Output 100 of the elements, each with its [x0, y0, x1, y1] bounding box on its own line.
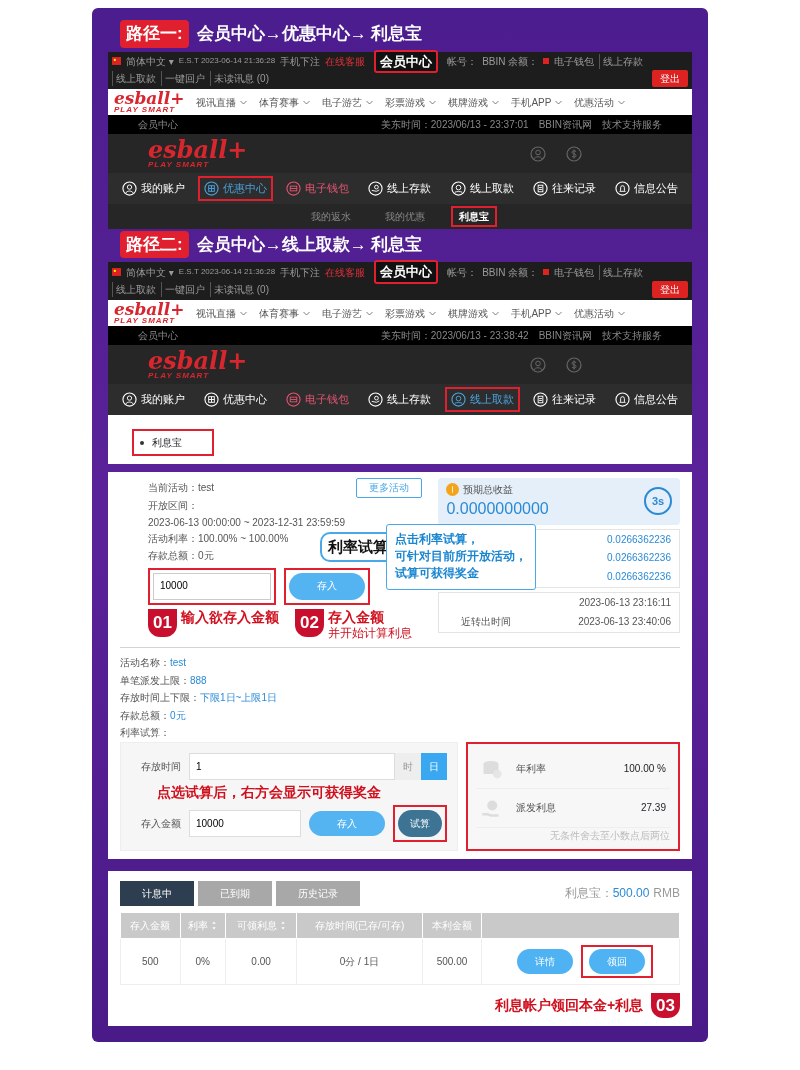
- quick-link[interactable]: 未读讯息 (0): [210, 281, 269, 297]
- chevron-down-icon: [492, 310, 500, 316]
- sort-icon[interactable]: [211, 921, 218, 931]
- balance-label: 利息宝：: [564, 886, 613, 901]
- duration-input[interactable]: 1: [189, 752, 395, 780]
- chevron-down-icon: [240, 99, 248, 105]
- member-nav-item[interactable]: 信息公告: [609, 176, 685, 201]
- breadcrumb-text: 会员中心: [138, 329, 178, 344]
- language-selector[interactable]: 简体中文 ▾: [126, 264, 174, 280]
- bullet-icon: [140, 440, 144, 445]
- top-link[interactable]: 在线客服: [325, 264, 366, 280]
- step-note: 并开始计算利息: [327, 626, 412, 642]
- result-label: 派发利息: [516, 801, 557, 816]
- amount-input[interactable]: 10000: [153, 573, 271, 600]
- status-tab[interactable]: 计息中: [120, 880, 194, 906]
- member-nav-item[interactable]: 我的账户: [115, 387, 191, 412]
- menu-item[interactable]: 棋牌游戏: [448, 305, 489, 321]
- menu-item[interactable]: 体育赛事: [259, 305, 300, 321]
- period-label: 开放区间：: [148, 499, 198, 514]
- time-value: 2023-06-13 23:16:11: [578, 596, 671, 611]
- sort-icon[interactable]: [279, 921, 286, 931]
- member-nav-item[interactable]: 线上存款: [362, 176, 438, 201]
- menu-item[interactable]: 手机APP: [511, 94, 552, 110]
- info-link[interactable]: BBIN资讯网: [538, 117, 592, 133]
- amount-input[interactable]: 10000: [189, 809, 301, 837]
- menu-item[interactable]: 优惠活动: [574, 305, 615, 321]
- member-nav-item[interactable]: 优惠中心: [197, 176, 273, 201]
- sub-nav-tab[interactable]: 我的优惠: [377, 205, 433, 227]
- member-nav-item[interactable]: 信息公告: [609, 387, 685, 412]
- step-text: 利息帐户领回本金+利息: [494, 995, 644, 1015]
- account-field: BBIN 余额：: [482, 264, 539, 280]
- table-cell: 0%: [180, 938, 226, 985]
- time-value: 2023-06-13 23:40:06: [578, 614, 671, 629]
- member-nav-item[interactable]: 电子钱包: [280, 176, 356, 201]
- member-nav-item[interactable]: 往来记录: [527, 176, 603, 201]
- menu-item[interactable]: 电子游艺: [322, 94, 363, 110]
- clock-text: E.S.T 2023-06-14 21:36:28: [178, 55, 276, 68]
- time-text: 美东时间：2023/06/13 - 23:38:42: [380, 329, 529, 344]
- info-link[interactable]: BBIN资讯网: [538, 328, 592, 344]
- menu-item[interactable]: 手机APP: [511, 305, 552, 321]
- menu-item[interactable]: 电子游艺: [322, 305, 363, 321]
- detail-label: 存款总额：: [120, 709, 170, 721]
- logout-button[interactable]: 登出: [652, 280, 688, 298]
- member-nav-item[interactable]: 电子钱包: [280, 387, 356, 412]
- logo-text: esball+: [114, 91, 185, 107]
- quick-link[interactable]: 一键回户: [161, 71, 205, 86]
- quick-link[interactable]: 线上取款: [112, 71, 156, 86]
- logo-text: esball+: [148, 350, 248, 372]
- menu-item[interactable]: 视讯直播: [196, 94, 237, 110]
- menu-item[interactable]: 彩票游戏: [385, 94, 426, 110]
- rate-value: 0.0266362236: [607, 569, 671, 584]
- callout-label: 会员中心: [374, 260, 439, 284]
- member-nav-item[interactable]: 线上存款: [362, 387, 438, 412]
- flag-icon: [112, 268, 121, 276]
- detail-value: 下限1日~上限1日: [200, 692, 277, 704]
- quick-link[interactable]: 线上取款: [112, 281, 156, 297]
- user-icon: [121, 391, 137, 407]
- language-selector[interactable]: 简体中文 ▾: [126, 53, 174, 69]
- table-cell: 500.00: [422, 938, 482, 985]
- logo-text: esball+: [148, 139, 248, 162]
- chevron-down-icon: [303, 99, 311, 105]
- trial-button[interactable]: 试算: [398, 809, 442, 837]
- logout-button[interactable]: 登出: [652, 70, 688, 87]
- quick-link[interactable]: 电子钱包: [554, 264, 595, 280]
- info-link[interactable]: 技术支持服务: [602, 117, 662, 133]
- path-badge: 路径二:: [120, 230, 189, 259]
- coin-icon: [446, 482, 460, 496]
- user-icon: [530, 145, 546, 162]
- top-link[interactable]: 手机下注: [280, 53, 321, 69]
- quick-link[interactable]: 线上存款: [599, 264, 644, 280]
- member-nav-item[interactable]: 优惠中心: [197, 387, 273, 412]
- quick-link[interactable]: 一键回户: [161, 281, 205, 297]
- quick-link[interactable]: 电子钱包: [554, 53, 595, 69]
- user-icon: [121, 181, 137, 196]
- member-nav-item[interactable]: 往来记录: [527, 387, 603, 412]
- detail-label: 存放时间上下限：: [120, 692, 200, 704]
- path-title: 会员中心→线上取款→ 利息宝: [196, 233, 423, 256]
- sub-nav-tab[interactable]: 利息宝: [451, 205, 497, 227]
- menu-item[interactable]: 棋牌游戏: [448, 94, 489, 110]
- link[interactable]: 利息宝: [152, 436, 182, 448]
- rate-value: 0.0266362236: [607, 551, 671, 566]
- sub-nav-tab[interactable]: 我的返水: [303, 205, 359, 227]
- quick-link[interactable]: 未读讯息 (0): [210, 71, 269, 86]
- document-icon: [533, 391, 549, 407]
- member-nav-item[interactable]: 线上取款: [444, 176, 520, 201]
- menu-item[interactable]: 视讯直播: [196, 305, 237, 321]
- earnings-label: 预期总收益: [463, 482, 514, 497]
- wallet-icon: [286, 181, 302, 196]
- menu-item[interactable]: 体育赛事: [259, 94, 300, 110]
- step-text: 存入金额: [327, 608, 385, 627]
- quick-link[interactable]: 线上存款: [599, 53, 644, 69]
- member-nav-item[interactable]: 线上取款: [444, 387, 520, 412]
- top-link[interactable]: 手机下注: [280, 264, 321, 280]
- top-link[interactable]: 在线客服: [325, 53, 366, 69]
- menu-item[interactable]: 彩票游戏: [385, 305, 426, 321]
- step-number: 02: [294, 608, 324, 637]
- info-link[interactable]: 技术支持服务: [602, 328, 662, 344]
- member-nav-item[interactable]: 我的账户: [115, 176, 191, 201]
- menu-item[interactable]: 优惠活动: [574, 94, 615, 110]
- step-number: 03: [651, 992, 680, 1019]
